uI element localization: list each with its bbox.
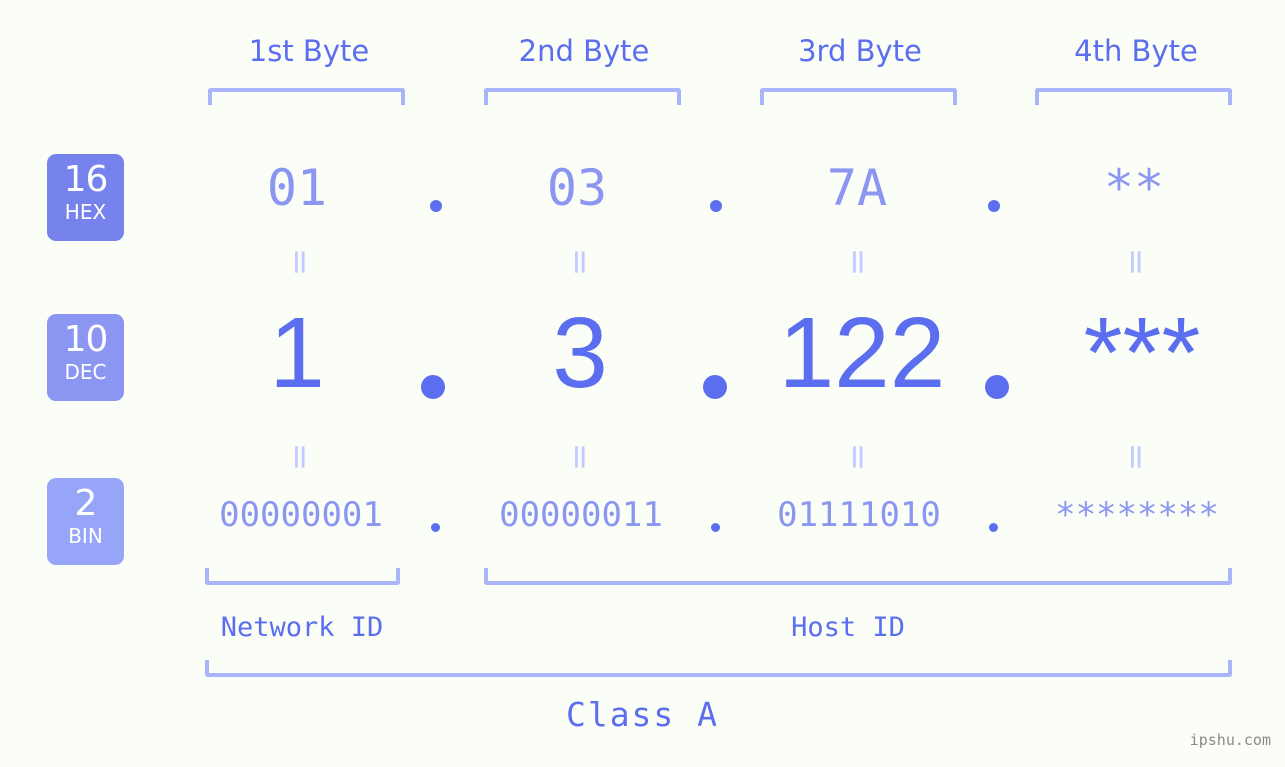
dec-separator-2 [703,375,727,399]
hex-row: 01 03 7A ** [0,154,1285,234]
byte-bracket-2 [484,88,681,105]
dec-row: 1 3 122 *** [0,300,1285,410]
byte-header-1: 1st Byte [248,34,370,68]
bin-separator-1 [431,523,440,532]
bin-octet-3: 01111010 [777,495,941,535]
network-id-label: Network ID [220,612,384,643]
bin-octet-2: 00000011 [499,495,663,535]
byte-bracket-1 [208,88,405,105]
dec-separator-1 [421,375,445,399]
host-id-label: Host ID [791,612,905,643]
byte-header-2: 2nd Byte [518,34,650,68]
class-bracket [205,660,1232,677]
host-id-bracket [484,568,1232,585]
bin-octet-1: 00000001 [219,495,383,535]
bin-separator-3 [989,523,998,532]
byte-header-4: 4th Byte [1074,34,1198,68]
bin-separator-2 [711,523,720,532]
hex-separator-3 [988,200,1000,212]
class-label: Class A [565,695,720,734]
diagram-canvas: 1st Byte 2nd Byte 3rd Byte 4th Byte 16 H… [0,0,1285,767]
byte-header-3: 3rd Byte [798,34,922,68]
hex-separator-1 [430,200,442,212]
site-watermark: ipshu.com [1189,731,1271,749]
bin-octet-4: ******** [1055,495,1219,535]
network-id-bracket [205,568,400,585]
hex-separator-2 [710,200,722,212]
bin-row: 00000001 00000011 01111010 ******** [0,490,1285,550]
dec-separator-3 [985,375,1009,399]
byte-bracket-4 [1035,88,1232,105]
byte-bracket-3 [760,88,957,105]
